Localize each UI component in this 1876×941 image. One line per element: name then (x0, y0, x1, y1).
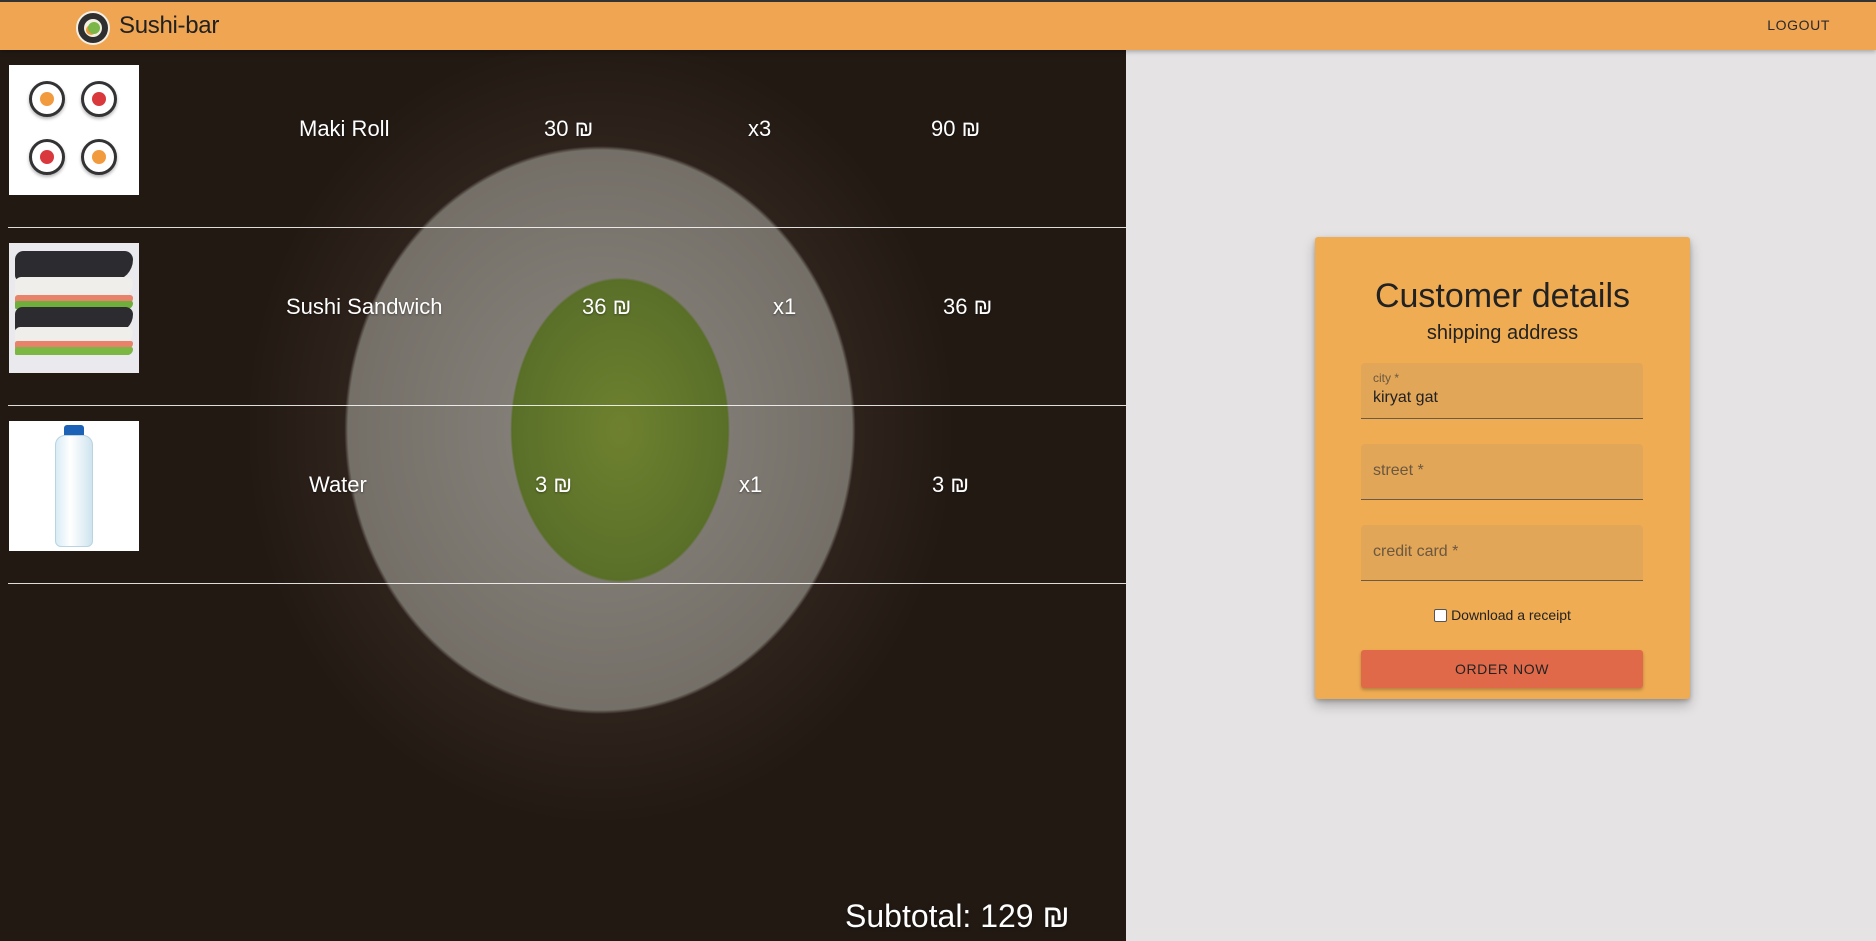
credit-card-field[interactable]: credit card * (1361, 525, 1643, 581)
subtotal: Subtotal: 129 ₪ (845, 898, 1070, 934)
item-quantity: x3 (748, 116, 772, 141)
order-now-button[interactable]: ORDER NOW (1361, 650, 1643, 688)
cart-panel: Maki Roll 30 ₪ x3 90 ₪ Sushi Sandwich 36… (0, 50, 1126, 941)
sushi-sandwich-image (9, 243, 139, 373)
credit-card-placeholder: credit card * (1373, 543, 1459, 560)
brand-title: Sushi-bar (119, 12, 220, 39)
cart-row: Maki Roll 30 ₪ x3 90 ₪ (8, 50, 1126, 228)
card-title: Customer details (1374, 277, 1631, 315)
receipt-checkbox[interactable] (1434, 609, 1448, 622)
sushi-logo-icon (76, 11, 110, 45)
street-field[interactable]: street * (1361, 444, 1643, 500)
customer-details-card: Customer details shipping address city *… (1315, 237, 1690, 699)
item-name: Water (309, 472, 367, 497)
street-placeholder: street * (1373, 462, 1424, 479)
card-subtitle: shipping address (1426, 322, 1579, 344)
item-name: Sushi Sandwich (286, 294, 443, 319)
item-price: 36 ₪ (582, 294, 632, 319)
item-total: 3 ₪ (932, 472, 970, 497)
item-price: 30 ₪ (544, 116, 594, 141)
receipt-label: Download a receipt (1451, 607, 1571, 623)
receipt-option: Download a receipt (1315, 607, 1690, 623)
water-bottle-image (9, 421, 139, 551)
item-quantity: x1 (739, 472, 763, 497)
cart-row: Water 3 ₪ x1 3 ₪ (8, 406, 1126, 584)
city-value: kiryat gat (1373, 389, 1438, 406)
logout-button[interactable]: LOGOUT (1767, 17, 1830, 33)
cart-row: Sushi Sandwich 36 ₪ x1 36 ₪ (8, 228, 1126, 406)
app-bar: Sushi-bar LOGOUT (0, 0, 1876, 50)
city-field[interactable]: city * kiryat gat (1361, 363, 1643, 419)
item-price: 3 ₪ (535, 472, 573, 497)
item-name: Maki Roll (299, 116, 390, 141)
city-label: city * (1373, 371, 1400, 385)
item-quantity: x1 (773, 294, 797, 319)
item-total: 90 ₪ (931, 116, 981, 141)
maki-roll-image (9, 65, 139, 195)
item-total: 36 ₪ (943, 294, 993, 319)
